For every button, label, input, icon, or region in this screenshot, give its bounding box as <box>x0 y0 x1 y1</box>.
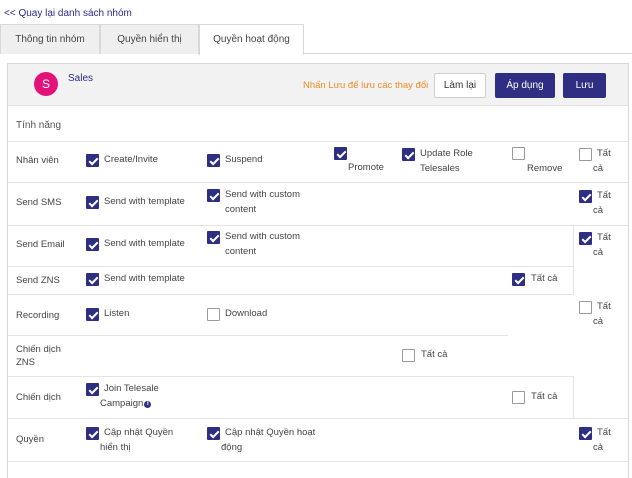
label-join-telesale-campaign: Join Telesale <box>104 383 159 394</box>
label-email-zns-all: Tất <box>597 232 611 243</box>
checkbox-zns-all[interactable] <box>512 273 525 286</box>
divider <box>8 225 628 226</box>
checkbox-promote[interactable] <box>334 147 347 160</box>
label-download: Download <box>225 308 268 319</box>
divider <box>8 182 628 183</box>
divider <box>8 461 628 462</box>
group-name: Sales <box>68 73 94 84</box>
checkbox-recording-all[interactable] <box>579 301 592 314</box>
label-update-role-telesales: Update Role <box>420 148 473 159</box>
label-permission-all: Tất <box>597 427 611 438</box>
label-recording-all-2: cả <box>593 316 604 327</box>
checkbox-update-display-permission[interactable] <box>86 427 99 440</box>
label-zns-all: Tất cả <box>531 273 558 284</box>
tab-display-permissions[interactable]: Quyền hiển thị <box>100 24 199 54</box>
row-label-send-email: Send Email <box>16 239 65 250</box>
label-sms-template: Send with template <box>104 196 185 207</box>
checkbox-campaign-all[interactable] <box>512 391 525 404</box>
row-label-campaign: Chiến dịch <box>16 392 61 403</box>
checkbox-permission-all[interactable] <box>579 427 592 440</box>
label-email-custom: Send with custom <box>225 231 300 242</box>
info-icon[interactable]: i <box>144 401 152 408</box>
divider <box>573 376 574 418</box>
label-sms-all-2: cả <box>593 205 604 216</box>
row-label-permission: Quyền <box>16 434 44 445</box>
divider <box>8 266 573 267</box>
label-update-display-permission: Cập nhật Quyền <box>104 427 174 438</box>
checkbox-suspend[interactable] <box>207 154 220 167</box>
label-update-activity-permission: Cập nhật Quyền hoạt <box>225 427 316 438</box>
checkbox-sms-custom[interactable] <box>207 189 220 202</box>
label-join-telesale-campaign-2: Campaign i <box>100 397 152 411</box>
save-hint: Nhấn Lưu để lưu các thay đổi <box>303 80 429 91</box>
checkbox-campaign-zns-all[interactable] <box>402 349 415 362</box>
apply-button[interactable]: Áp dụng <box>495 73 555 98</box>
label-sms-all: Tất <box>597 190 611 201</box>
checkbox-update-activity-permission[interactable] <box>207 427 220 440</box>
label-sms-custom-2: content <box>225 204 257 215</box>
checkbox-listen[interactable] <box>86 308 99 321</box>
label-suspend: Suspend <box>225 154 263 165</box>
divider <box>573 225 574 295</box>
label-remove: Remove <box>527 163 563 174</box>
row-label-campaign-zns: Chiến dịch <box>16 344 61 355</box>
tab-bar: Thông tin nhóm Quyền hiển thị Quyền hoạt… <box>0 24 632 55</box>
permissions-panel: S Sales Nhấn Lưu để lưu các thay đổi Làm… <box>7 63 629 478</box>
row-label-recording: Recording <box>16 310 60 321</box>
checkbox-email-zns-all[interactable] <box>579 232 592 245</box>
checkbox-sms-template[interactable] <box>86 196 99 209</box>
checkbox-remove[interactable] <box>512 147 525 160</box>
row-label-send-zns: Send ZNS <box>16 275 60 286</box>
group-header: S Sales Nhấn Lưu để lưu các thay đổi Làm… <box>8 64 628 106</box>
label-zns-template: Send with template <box>104 273 185 284</box>
save-button[interactable]: Lưu <box>563 73 606 98</box>
label-email-custom-2: content <box>225 246 257 257</box>
label-promote: Promote <box>348 162 384 173</box>
label-update-display-permission-2: hiển thị <box>100 442 131 453</box>
checkbox-email-custom[interactable] <box>207 231 220 244</box>
label-employee-all-2: cả <box>593 163 604 174</box>
label-recording-all: Tất <box>597 301 611 312</box>
checkbox-email-template[interactable] <box>86 238 99 251</box>
checkbox-update-role-telesales[interactable] <box>402 148 415 161</box>
divider <box>8 141 628 142</box>
label-sms-custom: Send with custom <box>225 189 300 200</box>
checkbox-create-invite[interactable] <box>86 154 99 167</box>
label-campaign-all: Tất cả <box>531 391 558 402</box>
label-email-zns-all-2: cả <box>593 247 604 258</box>
label-update-role-telesales-2: Telesales <box>420 163 460 174</box>
divider <box>8 376 573 377</box>
back-to-group-list-link[interactable]: << Quay lại danh sách nhóm <box>4 8 132 19</box>
row-label-send-sms: Send SMS <box>16 197 62 208</box>
label-update-activity-permission-2: động <box>221 442 243 453</box>
checkbox-sms-all[interactable] <box>579 190 592 203</box>
avatar: S <box>34 72 58 96</box>
divider <box>8 335 508 336</box>
label-email-template: Send with template <box>104 238 185 249</box>
checkbox-employee-all[interactable] <box>579 148 592 161</box>
checkbox-download[interactable] <box>207 308 220 321</box>
label-campaign-zns-all: Tất cả <box>421 349 448 360</box>
reset-button[interactable]: Làm lại <box>434 73 486 98</box>
checkbox-zns-template[interactable] <box>86 273 99 286</box>
tab-group-info[interactable]: Thông tin nhóm <box>0 24 100 54</box>
label-permission-all-2: cả <box>593 442 604 453</box>
divider <box>8 418 628 419</box>
label-listen: Listen <box>104 308 130 319</box>
label-employee-all: Tất <box>597 148 611 159</box>
checkbox-join-telesale-campaign[interactable] <box>86 383 99 396</box>
label-create-invite: Create/Invite <box>104 154 158 165</box>
row-label-campaign-zns-2: ZNS <box>16 357 35 368</box>
row-label-employee: Nhân viên <box>16 155 59 166</box>
tab-activity-permissions[interactable]: Quyền hoạt động <box>199 24 304 55</box>
feature-column-title: Tính năng <box>16 120 62 131</box>
divider <box>8 294 573 295</box>
